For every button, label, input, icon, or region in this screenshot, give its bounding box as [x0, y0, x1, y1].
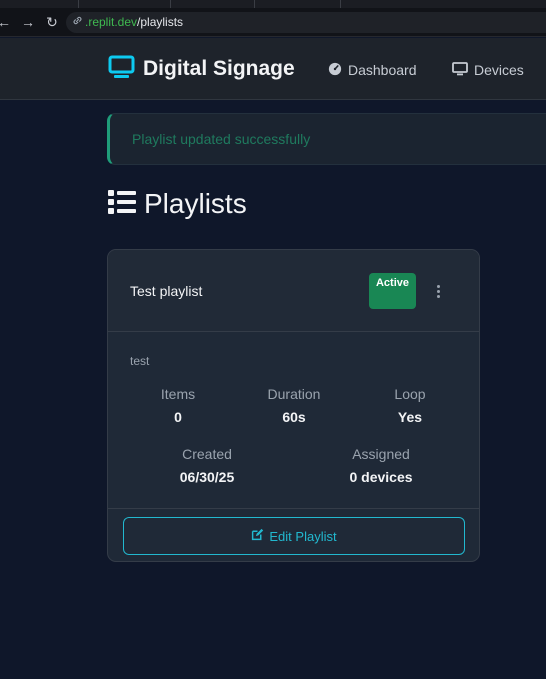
- playlist-card-footer: Edit Playlist: [108, 508, 479, 561]
- status-badge: Active: [369, 273, 416, 309]
- tab-separator: [78, 0, 79, 8]
- stat-items: Items 0: [128, 386, 228, 425]
- brand[interactable]: Digital Signage: [108, 54, 295, 84]
- stat-label: Assigned: [352, 446, 410, 462]
- tab-separator: [340, 0, 341, 8]
- app-navbar: Digital Signage Dashboard Devices: [0, 38, 546, 100]
- monitor-icon: [452, 61, 468, 79]
- playlist-card-body: test Items 0 Duration 60s Loop Yes Creat…: [108, 332, 479, 508]
- edit-icon: [251, 528, 264, 544]
- brand-title: Digital Signage: [143, 57, 295, 80]
- stat-label: Duration: [267, 386, 321, 402]
- playlist-description: test: [130, 354, 150, 368]
- playlist-card-header: Test playlist Active: [108, 250, 479, 332]
- playlist-name: Test playlist: [130, 283, 203, 299]
- browser-address-bar: ← → ↻ .replit.dev/playlists: [0, 8, 546, 37]
- stat-value: 60s: [282, 409, 306, 425]
- reload-icon[interactable]: ↻: [42, 12, 62, 32]
- list-icon: [108, 189, 136, 220]
- tab-separator: [254, 0, 255, 8]
- stat-loop: Loop Yes: [360, 386, 460, 425]
- tab-separator: [170, 0, 171, 8]
- stat-value: Yes: [397, 409, 423, 425]
- page-title: Playlists: [108, 186, 247, 222]
- url-input[interactable]: .replit.dev/playlists: [66, 12, 546, 33]
- nav-devices-label: Devices: [474, 62, 524, 78]
- more-options-icon[interactable]: [430, 280, 446, 302]
- stat-label: Created: [182, 446, 232, 462]
- edit-playlist-label: Edit Playlist: [269, 528, 337, 544]
- url-path: /playlists: [137, 15, 184, 29]
- nav-dashboard-label: Dashboard: [348, 62, 417, 78]
- browser-tabstrip: [0, 0, 546, 8]
- stat-label: Items: [160, 386, 196, 402]
- stat-duration: Duration 60s: [244, 386, 344, 425]
- stat-value: 0 devices: [349, 469, 413, 485]
- alert-message: Playlist updated successfully: [132, 131, 311, 147]
- stat-created: Created 06/30/25: [157, 446, 257, 485]
- stat-value: 0: [174, 409, 182, 425]
- page-title-text: Playlists: [144, 188, 247, 219]
- success-alert: Playlist updated successfully: [107, 113, 546, 165]
- dashboard-gauge-icon: [328, 62, 342, 79]
- stat-assigned: Assigned 0 devices: [331, 446, 431, 485]
- tv-icon: [108, 55, 135, 84]
- playlist-card: Test playlist Active test Items 0 Durati…: [107, 249, 480, 562]
- nav-dashboard-link[interactable]: Dashboard: [328, 60, 417, 80]
- forward-icon[interactable]: →: [18, 12, 38, 32]
- nav-devices-link[interactable]: Devices: [452, 60, 524, 80]
- link-icon: [72, 12, 83, 33]
- edit-playlist-button[interactable]: Edit Playlist: [123, 517, 465, 555]
- back-icon[interactable]: ←: [0, 12, 14, 32]
- stat-label: Loop: [394, 386, 426, 402]
- stat-value: 06/30/25: [179, 469, 235, 485]
- url-host: .replit.dev: [85, 15, 138, 29]
